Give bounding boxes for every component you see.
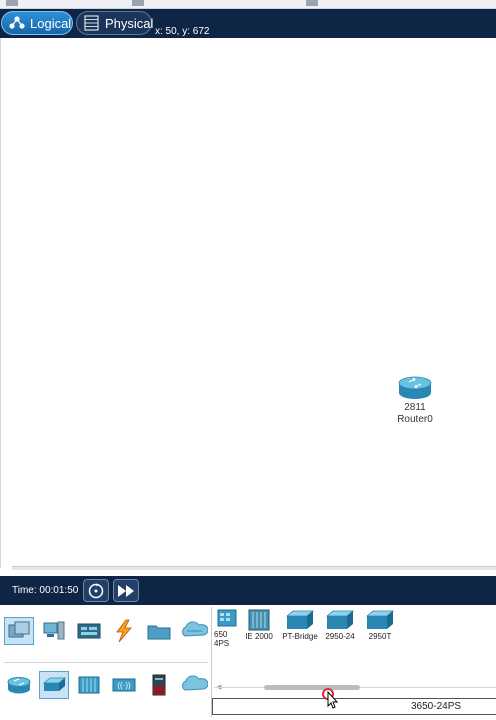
router-icon bbox=[398, 376, 432, 399]
logical-mode-label: Logical bbox=[30, 15, 72, 31]
switch-model-label: 2950-24 bbox=[325, 632, 355, 641]
reset-icon bbox=[88, 583, 104, 598]
subcategory-wan-emulation[interactable] bbox=[179, 671, 209, 699]
wan-emulation-icon bbox=[182, 675, 208, 691]
scroll-thumb[interactable] bbox=[264, 685, 360, 690]
miscellaneous-icon bbox=[147, 625, 171, 640]
selected-device-model: 3650-24PS bbox=[411, 701, 462, 712]
category-connections[interactable] bbox=[109, 617, 139, 645]
physical-mode-button[interactable]: Physical bbox=[76, 11, 154, 35]
switch-model-pt-bridge[interactable]: PT-Bridge bbox=[282, 608, 318, 641]
switch-3650-icon bbox=[217, 609, 237, 627]
switches-icon bbox=[42, 677, 67, 691]
logical-mode-button[interactable]: Logical bbox=[1, 11, 73, 35]
switch-model-3650[interactable]: 650 4PS bbox=[206, 608, 242, 648]
toolbar-icon[interactable] bbox=[132, 0, 144, 6]
connections-icon bbox=[116, 619, 132, 643]
fast-forward-button[interactable] bbox=[113, 579, 139, 602]
subcategory-wireless[interactable]: ((·)) bbox=[109, 671, 139, 699]
switch-2950-24-icon bbox=[325, 610, 355, 629]
simulation-time-bar: Time: 00:01:50 bbox=[0, 576, 496, 605]
switch-model-ie2000[interactable]: IE 2000 bbox=[241, 608, 277, 641]
workspace-horizontal-scrollbar[interactable] bbox=[12, 566, 496, 570]
physical-rack-icon bbox=[83, 15, 101, 31]
multiuser-icon bbox=[182, 621, 208, 637]
physical-mode-label: Physical bbox=[105, 15, 154, 31]
switch-model-label: IE 2000 bbox=[245, 632, 273, 641]
switch-2950t-icon bbox=[365, 610, 395, 629]
category-miscellaneous[interactable] bbox=[144, 617, 174, 645]
mouse-cursor-icon bbox=[322, 688, 339, 709]
device-name-label[interactable]: Router0 bbox=[395, 414, 435, 426]
category-components[interactable] bbox=[74, 617, 104, 645]
category-divider bbox=[4, 662, 208, 663]
top-toolbar-strip bbox=[0, 0, 496, 9]
time-label: Time: 00:01:50 bbox=[12, 585, 79, 596]
category-multiuser[interactable] bbox=[179, 617, 209, 645]
category-end-devices[interactable] bbox=[39, 617, 69, 645]
logical-workspace[interactable]: 2811 Router0 bbox=[0, 38, 496, 568]
components-icon bbox=[77, 623, 101, 639]
device-list-scrollbar[interactable]: ◀ bbox=[214, 684, 496, 691]
mode-bar: Logical Physical x: 50, y: 672 bbox=[0, 9, 496, 38]
subcategory-routers[interactable] bbox=[4, 671, 34, 699]
toolbar-icon[interactable] bbox=[6, 0, 18, 6]
switch-model-2950t[interactable]: 2950T bbox=[362, 608, 398, 641]
switch-model-label: 650 4PS bbox=[214, 630, 230, 648]
switch-model-label: PT-Bridge bbox=[282, 632, 318, 641]
end-devices-icon bbox=[43, 621, 65, 640]
hubs-icon bbox=[78, 676, 100, 694]
fast-forward-icon bbox=[118, 584, 134, 597]
network-devices-icon bbox=[8, 621, 30, 638]
subcategory-switches[interactable] bbox=[39, 671, 69, 699]
switch-ie2000-icon bbox=[248, 609, 270, 631]
router-device[interactable]: 2811 Router0 bbox=[395, 374, 435, 426]
logical-topology-icon bbox=[8, 15, 26, 31]
reset-time-button[interactable] bbox=[83, 579, 109, 602]
subcategory-security[interactable] bbox=[144, 671, 174, 699]
switch-model-2950-24[interactable]: 2950-24 bbox=[322, 608, 358, 641]
subcategory-hubs[interactable] bbox=[74, 671, 104, 699]
cursor-coordinates: x: 50, y: 672 bbox=[155, 26, 210, 37]
routers-icon bbox=[7, 677, 31, 694]
category-network-devices[interactable] bbox=[4, 617, 34, 645]
svg-text:((·)): ((·)) bbox=[117, 681, 131, 690]
selected-device-box: 3650-24PS bbox=[212, 698, 496, 715]
switch-pt-bridge-icon bbox=[285, 610, 315, 629]
device-model-label: 2811 bbox=[404, 402, 426, 413]
wireless-icon: ((·)) bbox=[112, 678, 136, 692]
security-icon bbox=[152, 674, 166, 696]
toolbar-icon[interactable] bbox=[306, 0, 318, 6]
switch-model-label: 2950T bbox=[368, 632, 392, 641]
